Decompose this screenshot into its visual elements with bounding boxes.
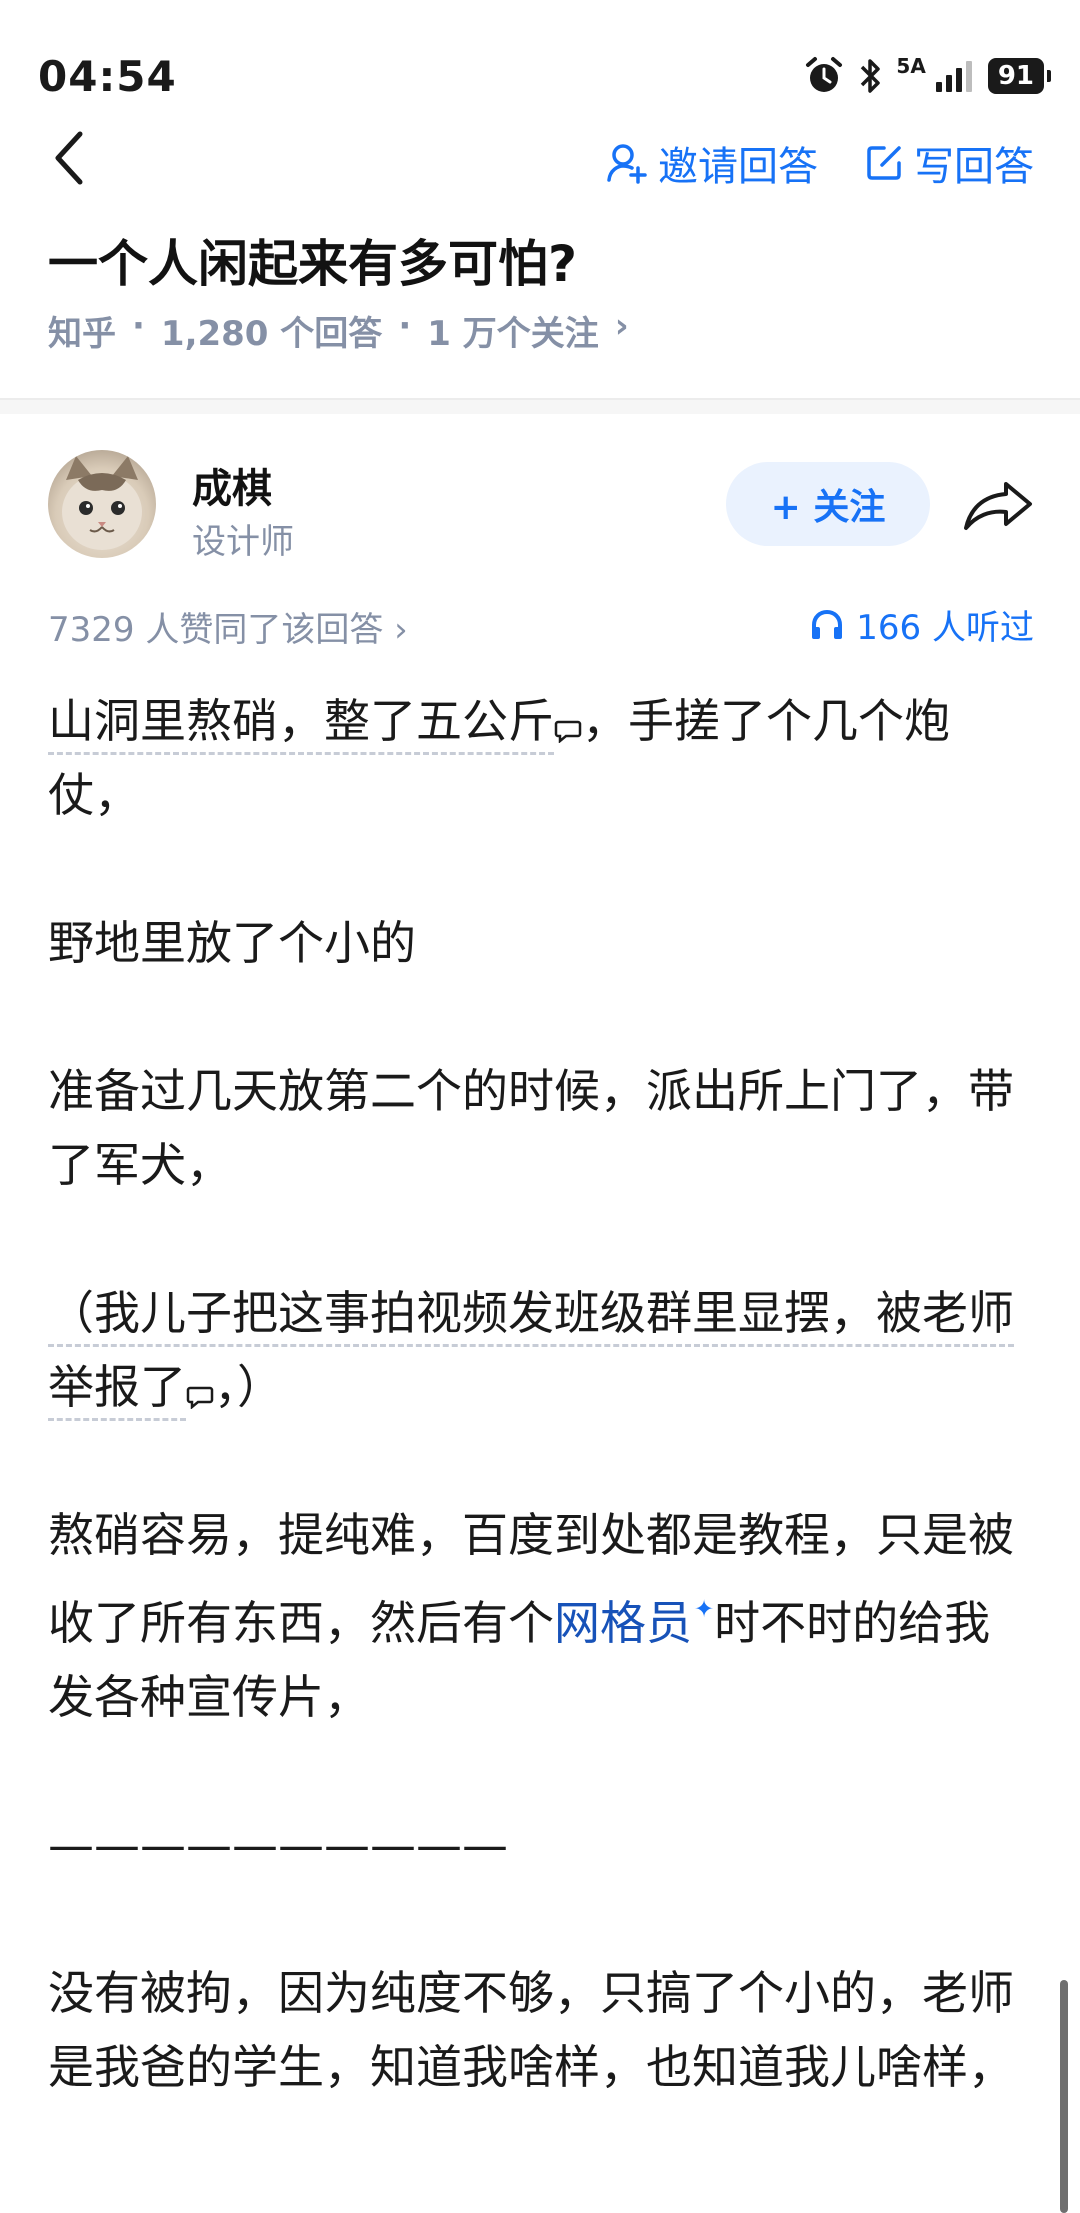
listen-count[interactable]: 166 人听过	[810, 600, 1034, 649]
share-icon[interactable]	[962, 478, 1034, 534]
listen-text: 166 人听过	[856, 608, 1034, 648]
question-source: 知乎	[48, 314, 116, 354]
avatar[interactable]	[48, 450, 156, 558]
write-answer-label: 写回答	[914, 144, 1034, 190]
meta-separator: ·	[398, 306, 412, 346]
answer-paragraph: （我儿子把这事拍视频发班级群里显摆，被老师举报了，）	[48, 1276, 1018, 1424]
author-title: 设计师	[192, 522, 294, 562]
alarm-icon	[806, 57, 843, 92]
highlighted-text[interactable]: 山洞里熬硝，整了五公斤	[48, 694, 554, 755]
back-icon[interactable]	[48, 128, 88, 188]
header-actions: 邀请回答 写回答	[606, 134, 1034, 192]
answer-paragraph: 野地里放了个小的	[48, 916, 416, 970]
answer-paragraph: 没有被拘，因为纯度不够，只搞了个小的，老师是我爸的学生，知道我啥样，也知道我儿啥…	[48, 1966, 1014, 2094]
cat-avatar-icon	[62, 456, 142, 550]
invite-answer-label: 邀请回答	[658, 144, 818, 190]
chevron-right-icon: ›	[614, 306, 629, 346]
answer-paragraph: 准备过几天放第二个的时候，派出所上门了，带了军犬，	[48, 1064, 1014, 1192]
answer-count: 1,280 个回答	[160, 314, 383, 354]
scrollbar[interactable]	[1060, 1980, 1068, 2213]
signal-label: 5A	[896, 54, 926, 78]
sparkle-icon: ✦	[694, 1595, 715, 1623]
section-divider	[0, 398, 1080, 414]
answer-paragraph: 山洞里熬硝，整了五公斤 ，手搓了个几个炮仗，	[48, 684, 1018, 832]
battery-icon: 91	[987, 58, 1052, 94]
question-meta[interactable]: 知乎 · 1,280 个回答 · 1 万个关注 ›	[48, 306, 629, 355]
write-icon	[867, 146, 901, 180]
meta-separator: ·	[132, 306, 145, 346]
invite-icon	[607, 144, 647, 184]
write-answer-button[interactable]: 写回答	[864, 134, 1034, 192]
headphones-icon	[812, 609, 843, 639]
separator-line: ——————————	[48, 1818, 508, 1872]
status-icons: 5A 91	[804, 54, 1052, 96]
follow-button[interactable]: + 关注	[726, 462, 930, 546]
answer-paragraph: 熬硝容易，提纯难，百度到处都是教程，只是被收了所有东西，然后有个网格员✦时不时的…	[48, 1498, 1018, 1734]
keyword-link[interactable]: 网格员	[554, 1596, 692, 1650]
author-name[interactable]: 成棋	[192, 456, 272, 514]
answer-body: 山洞里熬硝，整了五公斤 ，手搓了个几个炮仗， 野地里放了个小的 准备过几天放第二个…	[48, 684, 1018, 2104]
bluetooth-icon	[861, 59, 881, 93]
question-title[interactable]: 一个人闲起来有多可怕?	[48, 224, 577, 296]
follower-count: 1 万个关注	[427, 314, 599, 354]
comment-icon[interactable]	[554, 719, 582, 743]
invite-answer-button[interactable]: 邀请回答	[606, 134, 818, 192]
likes-count[interactable]: 7329 人赞同了该回答 ›	[48, 602, 408, 651]
comment-icon[interactable]	[186, 1385, 214, 1409]
signal-icon	[935, 61, 972, 92]
status-time: 04:54	[38, 52, 177, 101]
answer-text: ，）	[214, 1360, 283, 1414]
